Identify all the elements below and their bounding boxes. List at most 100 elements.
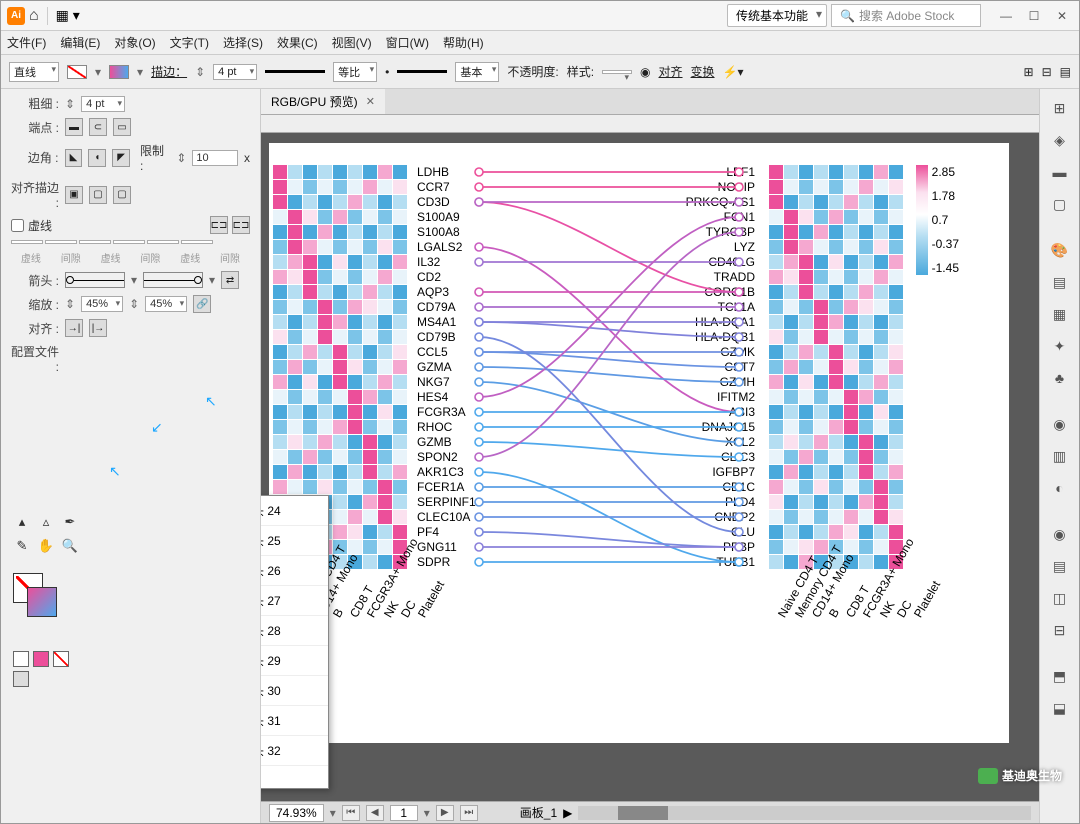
opt-icon-1[interactable]: ⊞ (1024, 65, 1034, 79)
transform-panel-icon[interactable]: ⊟ (1047, 617, 1073, 643)
last-artboard[interactable]: ⏭ (460, 805, 478, 821)
miter-limit[interactable]: 10 (192, 150, 238, 166)
layers-panel-icon[interactable]: ◈ (1047, 127, 1073, 153)
css-panel-icon[interactable]: ⬓ (1047, 695, 1073, 721)
gap-1[interactable] (45, 240, 77, 244)
isolate-icon[interactable]: ⚡▾ (723, 65, 744, 79)
gap-3[interactable] (181, 240, 213, 244)
menu-type[interactable]: 文字(T) (170, 34, 209, 51)
menu-file[interactable]: 文件(F) (7, 34, 46, 51)
cap-round[interactable]: ⊂ (89, 118, 107, 136)
corner-miter[interactable]: ◣ (65, 149, 83, 167)
prev-artboard[interactable]: ◀ (366, 805, 384, 821)
properties-panel-icon[interactable]: ⊞ (1047, 95, 1073, 121)
arrowhead-option[interactable]: 箭头 25 (261, 526, 328, 556)
arrow-scale-end[interactable]: 45% (145, 296, 187, 312)
align-stroke-inside[interactable]: ▢ (89, 186, 107, 204)
arrange-docs-icon[interactable]: ▦ ▾ (56, 7, 80, 24)
zoom-level[interactable]: 74.93% (269, 804, 324, 822)
stroke-color-swatch[interactable] (109, 65, 129, 79)
opt-icon-2[interactable]: ⊟ (1042, 65, 1052, 79)
stroke-weight-dropdown[interactable]: 4 pt (213, 64, 257, 80)
arrowhead-option[interactable]: 箭头 24 (261, 496, 328, 526)
arrow-scale-start[interactable]: 45% (81, 296, 123, 312)
document-tab[interactable]: RGB/GPU 预览)✕ (261, 89, 385, 114)
stroke-panel-icon[interactable]: ◉ (1047, 411, 1073, 437)
screen-mode[interactable] (13, 671, 29, 687)
dash-align[interactable]: ⊏⊐ (232, 216, 250, 234)
minimize-button[interactable]: — (995, 8, 1017, 24)
maximize-button[interactable]: ☐ (1023, 8, 1045, 24)
dash-2[interactable] (79, 240, 111, 244)
arrowhead-option[interactable]: ⋙箭头 31 (261, 706, 328, 736)
arrow-start[interactable] (65, 272, 125, 288)
swatches-panel-icon[interactable]: ▤ (1047, 269, 1073, 295)
libraries-panel-icon[interactable]: ▬ (1047, 159, 1073, 185)
align-stroke-outside[interactable]: ▢ (113, 186, 131, 204)
cap-projecting[interactable]: ▭ (113, 118, 131, 136)
fill-color-swatch[interactable] (67, 65, 87, 79)
opt-icon-3[interactable]: ▤ (1060, 65, 1071, 79)
symbols-panel-icon[interactable]: ✦ (1047, 333, 1073, 359)
arrowhead-option[interactable]: 箭头 29 (261, 646, 328, 676)
brushes-panel-icon[interactable]: ▦ (1047, 301, 1073, 327)
color-mode-none[interactable] (53, 651, 69, 667)
dash-3[interactable] (147, 240, 179, 244)
gradient-panel-icon[interactable]: ▥ (1047, 443, 1073, 469)
align-stroke-center[interactable]: ▣ (65, 186, 83, 204)
menu-help[interactable]: 帮助(H) (443, 34, 484, 51)
arrowhead-option[interactable]: ⪢箭头 30 (261, 676, 328, 706)
link-scale[interactable]: 🔗 (193, 295, 211, 313)
menu-window[interactable]: 窗口(W) (386, 34, 429, 51)
fill-stroke-indicator[interactable] (13, 573, 57, 617)
arrow-end[interactable] (143, 272, 203, 288)
color-panel-icon[interactable]: 🎨 (1047, 237, 1073, 263)
swap-arrows[interactable]: ⇄ (221, 271, 239, 289)
artboards-panel-icon[interactable]: ▢ (1047, 191, 1073, 217)
first-artboard[interactable]: ⏮ (342, 805, 360, 821)
dash-1[interactable] (11, 240, 43, 244)
pen-tool[interactable]: ✒ (59, 511, 81, 533)
search-adobe-stock[interactable]: 🔍搜索 Adobe Stock (831, 4, 981, 27)
arrowhead-option[interactable]: 箭头 26 (261, 556, 328, 586)
canvas[interactable]: LDHBCCR7CD3DS100A9S100A8LGALS2IL32CD2AQP… (261, 133, 1039, 801)
arrow-align-end[interactable]: |→ (89, 319, 107, 337)
arrowhead-option[interactable]: →箭头 28 (261, 616, 328, 646)
horizontal-scrollbar[interactable] (578, 806, 1031, 820)
artboard-number[interactable]: 1 (390, 805, 418, 821)
arrowhead-option[interactable]: ⋙箭头 32 (261, 736, 328, 766)
dash-preserve[interactable]: ⊏⊐ (210, 216, 228, 234)
pathfinder-panel-icon[interactable]: ◫ (1047, 585, 1073, 611)
close-button[interactable]: ✕ (1051, 8, 1073, 24)
close-tab-icon[interactable]: ✕ (366, 95, 375, 108)
color-mode-solid[interactable] (13, 651, 29, 667)
selection-tool[interactable]: ▴ (11, 511, 33, 533)
artboard-nav-icon[interactable]: ▶ (563, 806, 572, 820)
cap-butt[interactable]: ▬ (65, 118, 83, 136)
corner-bevel[interactable]: ◤ (112, 149, 130, 167)
tool-name[interactable]: 直线 (9, 62, 59, 82)
transparency-panel-icon[interactable]: ◐ (1047, 475, 1073, 501)
arrowhead-option[interactable]: 箭头 27 (261, 586, 328, 616)
workspace-selector[interactable]: 传统基本功能 (727, 4, 827, 27)
asset-export-icon[interactable]: ⬒ (1047, 663, 1073, 689)
menu-object[interactable]: 对象(O) (114, 34, 155, 51)
proportion-dropdown[interactable]: 等比 (333, 62, 377, 82)
arrowhead-popup[interactable]: 箭头 24箭头 25箭头 26箭头 27→箭头 28箭头 29⪢箭头 30⋙箭头… (261, 495, 329, 789)
align-link[interactable]: 对齐 (659, 63, 683, 80)
hand-tool[interactable]: ✋ (35, 535, 57, 557)
next-artboard[interactable]: ▶ (436, 805, 454, 821)
arrow-align-tip[interactable]: →| (65, 319, 83, 337)
menu-effect[interactable]: 效果(C) (277, 34, 318, 51)
align-panel-icon[interactable]: ▤ (1047, 553, 1073, 579)
stroke-weight[interactable]: 4 pt (81, 96, 125, 112)
zoom-tool[interactable]: 🔍 (59, 535, 81, 557)
color-mode-gradient[interactable] (33, 651, 49, 667)
home-icon[interactable]: ⌂ (29, 7, 39, 25)
corner-round[interactable]: ◖ (88, 149, 106, 167)
style-dropdown[interactable] (602, 70, 632, 74)
appearance-panel-icon[interactable]: ◉ (1047, 521, 1073, 547)
menu-select[interactable]: 选择(S) (223, 34, 263, 51)
appearance-icon[interactable]: ◉ (640, 65, 650, 79)
graphic-styles-icon[interactable]: ♣ (1047, 365, 1073, 391)
